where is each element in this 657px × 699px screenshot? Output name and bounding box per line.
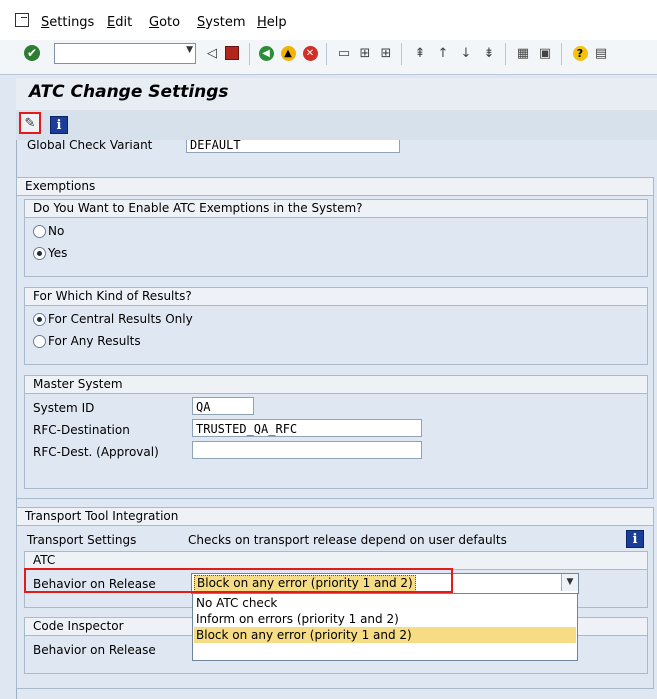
transport-settings-value: Checks on transport release depend on us… xyxy=(188,533,507,547)
command-field[interactable]: ▼ xyxy=(54,43,196,64)
rfc-destination-label: RFC-Destination xyxy=(33,423,130,437)
radio-central-results[interactable] xyxy=(33,313,46,326)
menu-icon[interactable] xyxy=(15,13,29,27)
behavior-dropdown-list: No ATC check Inform on errors (priority … xyxy=(192,593,578,661)
highlight-box xyxy=(24,568,453,593)
global-check-variant-label: Global Check Variant xyxy=(27,138,153,152)
exit-icon[interactable]: ▲ xyxy=(279,44,297,62)
transport-title: Transport Tool Integration xyxy=(17,508,653,526)
chevron-down-icon[interactable]: ▼ xyxy=(561,574,578,591)
new-session-icon[interactable]: ▦ xyxy=(514,44,532,62)
save-icon[interactable] xyxy=(223,44,241,62)
print-icon[interactable]: ▭ xyxy=(335,44,353,62)
edit-pencil-icon[interactable]: ✎ xyxy=(19,112,41,134)
find-icon[interactable]: ⊞ xyxy=(356,44,374,62)
enable-exemptions-title: Do You Want to Enable ATC Exemptions in … xyxy=(25,200,647,218)
rfc-dest-approval-field[interactable] xyxy=(192,441,422,459)
radio-any-results-label: For Any Results xyxy=(48,334,141,348)
system-id-field[interactable]: QA xyxy=(192,397,254,415)
radio-yes[interactable] xyxy=(33,247,46,260)
back-nav-icon[interactable]: ◁ xyxy=(203,44,221,62)
rfc-dest-approval-label: RFC-Dest. (Approval) xyxy=(33,445,159,459)
first-page-icon[interactable]: ⇞ xyxy=(411,44,429,62)
dropdown-option-block[interactable]: Block on any error (priority 1 and 2) xyxy=(194,627,576,643)
title-bar: ATC Change Settings xyxy=(16,78,657,111)
layout-icon[interactable]: ▤ xyxy=(592,44,610,62)
info-icon[interactable]: i xyxy=(50,116,68,134)
back-icon[interactable]: ◀ xyxy=(257,44,275,62)
find-next-icon[interactable]: ⊞ xyxy=(377,44,395,62)
menu-system[interactable]: System xyxy=(197,15,246,30)
shortcut-icon[interactable]: ▣ xyxy=(536,44,554,62)
page-title: ATC Change Settings xyxy=(29,82,229,102)
cancel-icon[interactable]: ✕ xyxy=(301,44,319,62)
application-toolbar: ✎ i xyxy=(16,110,657,141)
code-inspector-behavior-label: Behavior on Release xyxy=(33,643,156,657)
result-kind-title: For Which Kind of Results? xyxy=(25,288,647,306)
menu-edit[interactable]: Edit xyxy=(107,15,132,30)
master-system-title: Master System xyxy=(25,376,647,394)
enable-exemptions-group: Do You Want to Enable ATC Exemptions in … xyxy=(24,199,648,277)
menu-help[interactable]: Help xyxy=(257,15,287,30)
radio-central-results-label: For Central Results Only xyxy=(48,312,193,326)
chevron-down-icon[interactable]: ▼ xyxy=(186,45,193,55)
radio-no[interactable] xyxy=(33,225,46,238)
transport-info-icon[interactable]: i xyxy=(626,530,644,548)
menu-goto[interactable]: Goto xyxy=(149,15,180,30)
dropdown-option-no-check[interactable]: No ATC check xyxy=(194,595,576,611)
help-icon[interactable]: ? xyxy=(571,44,589,62)
exemptions-title: Exemptions xyxy=(17,178,653,196)
radio-no-label: No xyxy=(48,224,65,238)
last-page-icon[interactable]: ⇟ xyxy=(480,44,498,62)
result-kind-group: For Which Kind of Results? xyxy=(24,287,648,365)
transport-settings-label: Transport Settings xyxy=(27,533,137,547)
rfc-destination-field[interactable]: TRUSTED_QA_RFC xyxy=(192,419,422,437)
menu-bar: Settings Edit Goto System Help xyxy=(0,0,657,41)
enter-icon[interactable]: ✔ xyxy=(24,45,40,61)
radio-any-results[interactable] xyxy=(33,335,46,348)
previous-page-icon[interactable]: ↑ xyxy=(434,44,452,62)
radio-yes-label: Yes xyxy=(48,246,68,260)
dropdown-option-inform[interactable]: Inform on errors (priority 1 and 2) xyxy=(194,611,576,627)
menu-settings[interactable]: Settings xyxy=(41,15,94,30)
system-id-label: System ID xyxy=(33,401,95,415)
next-page-icon[interactable]: ↓ xyxy=(457,44,475,62)
